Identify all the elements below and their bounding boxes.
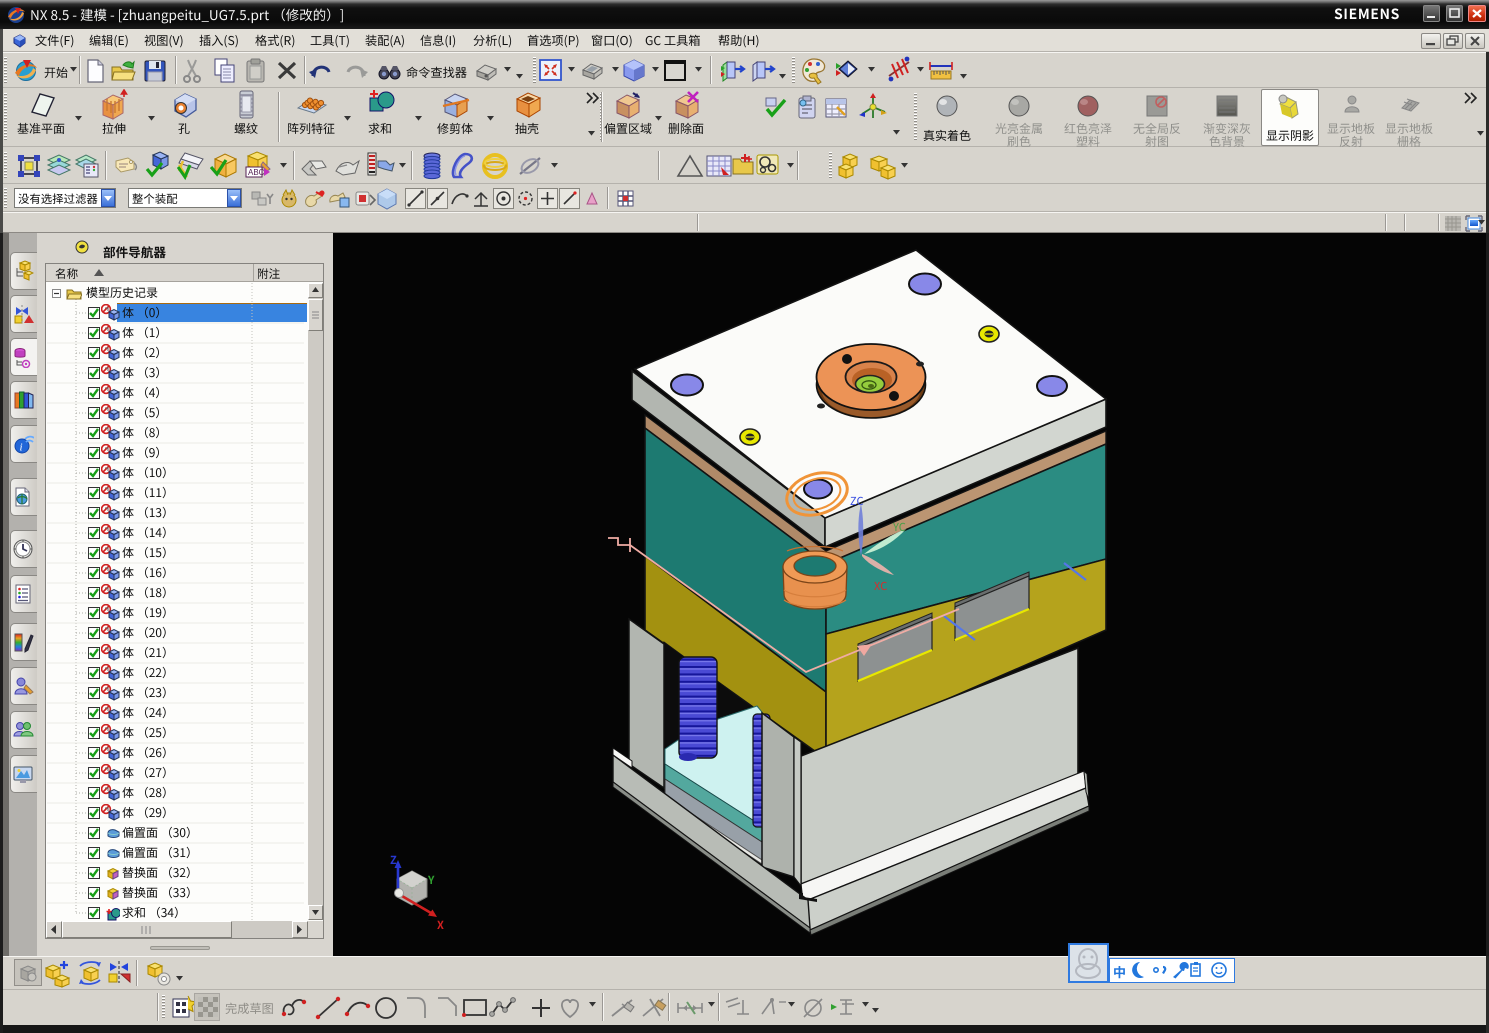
- svg-text:i: i: [20, 442, 23, 454]
- svg-text:ABC: ABC: [248, 168, 265, 177]
